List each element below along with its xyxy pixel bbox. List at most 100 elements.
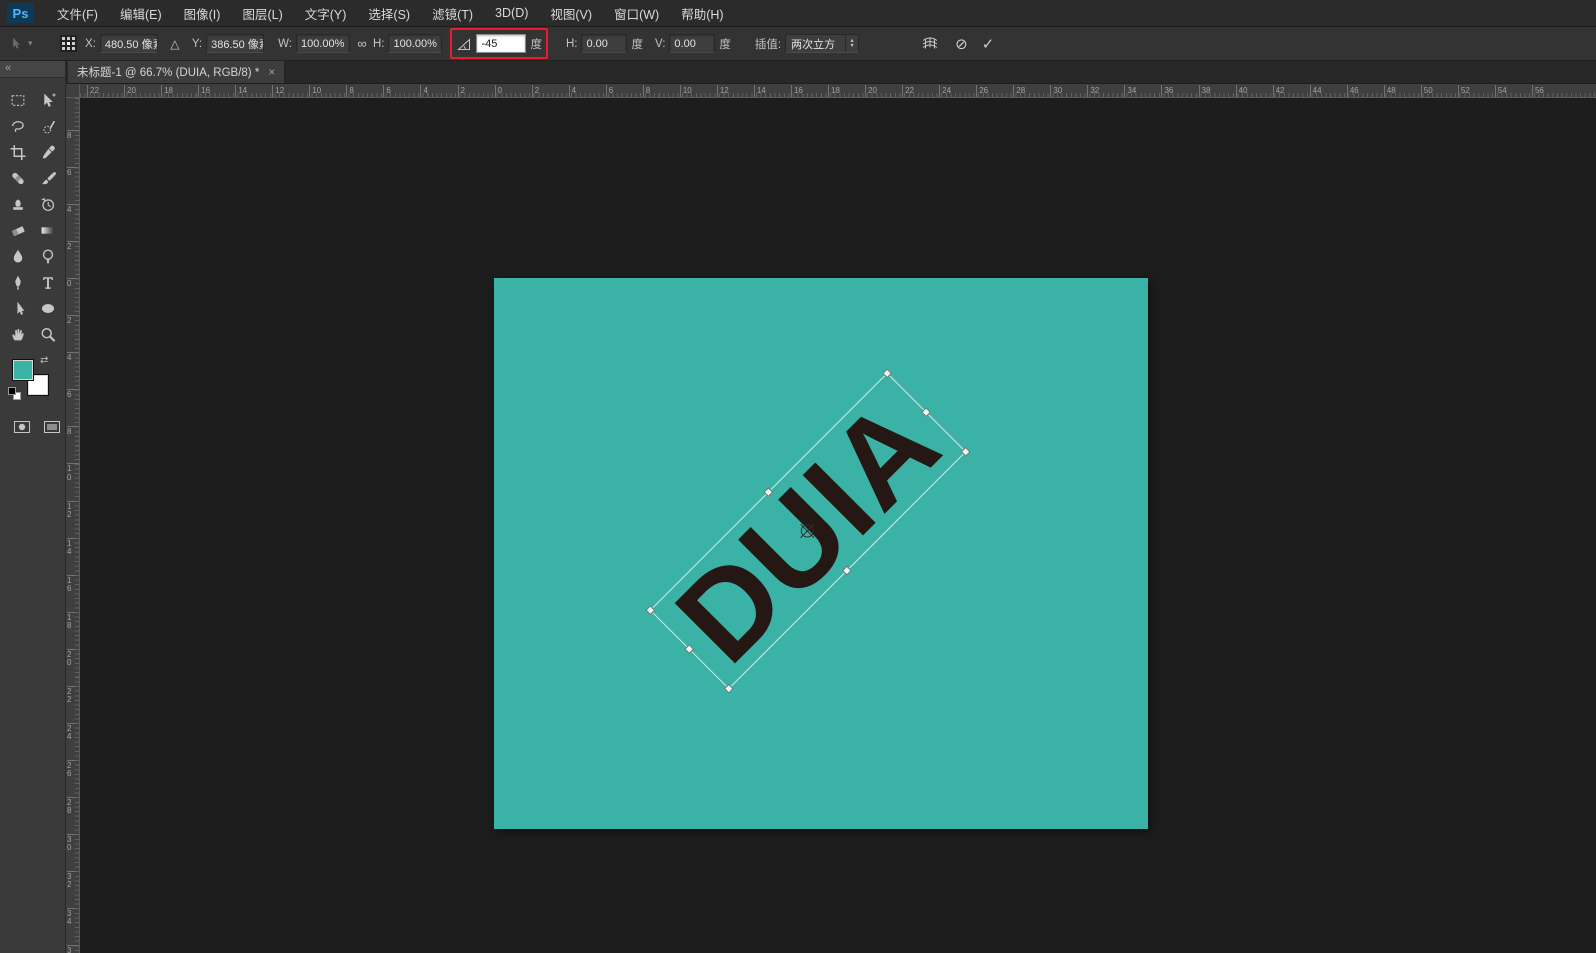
path-selection-tool[interactable]	[3, 296, 33, 321]
default-colors-icon[interactable]	[8, 387, 23, 402]
vertical-ruler[interactable]: 8642024681 01 21 41 61 82 02 22 42 62 83…	[66, 98, 80, 953]
options-bar: ▾ X: 480.50 像素 △ Y: 386.50 像素 W: 100.00%…	[0, 27, 1596, 61]
v-ruler-label: 1 6	[67, 575, 79, 594]
ruler-corner[interactable]	[66, 84, 80, 98]
x-position-input[interactable]: 480.50 像素	[100, 34, 158, 53]
move-tool[interactable]	[33, 88, 63, 113]
tab-bar: 未标题-1 @ 66.7% (DUIA, RGB/8) * ×	[66, 61, 1596, 84]
lasso-tool[interactable]	[3, 114, 33, 139]
h-ruler-label: 32	[1087, 85, 1099, 97]
menu-item[interactable]: 图层(L)	[231, 0, 293, 26]
menu-item[interactable]: 文字(Y)	[294, 0, 358, 26]
type-tool[interactable]	[33, 270, 63, 295]
h-ruler-label: 24	[939, 85, 951, 97]
tab-title: 未标题-1 @ 66.7% (DUIA, RGB/8) *	[77, 64, 259, 80]
h-ruler-label: 4	[569, 85, 576, 97]
menu-item[interactable]: 滤镜(T)	[421, 0, 484, 26]
menu-item[interactable]: 3D(D)	[484, 0, 539, 26]
app-logo[interactable]: Ps	[7, 3, 34, 23]
menu-item[interactable]: 选择(S)	[357, 0, 421, 26]
ellipse-tool[interactable]	[33, 296, 63, 321]
reference-point-locator[interactable]	[60, 35, 77, 52]
foreground-swatch[interactable]	[12, 359, 34, 381]
interpolation-select[interactable]: 两次立方 ▲▼	[785, 34, 859, 53]
h-ruler-label: 8	[643, 85, 650, 97]
h-ruler-label: 30	[1050, 85, 1062, 97]
quick-mask-button[interactable]	[13, 419, 31, 440]
pasteboard[interactable]: DUIA	[80, 98, 1596, 953]
transform-handle-bottom-right[interactable]	[961, 447, 971, 457]
h-ruler-label: 48	[1384, 85, 1396, 97]
menu-bar-items: 文件(F)编辑(E)图像(I)图层(L)文字(Y)选择(S)滤镜(T)3D(D)…	[46, 0, 735, 26]
menu-item[interactable]: 编辑(E)	[109, 0, 173, 26]
interpolation-group: 插值: 两次立方 ▲▼	[755, 34, 859, 53]
tools-panel: « ⇄	[0, 61, 66, 953]
h-ruler-label: 52	[1458, 85, 1470, 97]
eyedropper-tool[interactable]	[33, 140, 63, 165]
eraser-tool[interactable]	[3, 218, 33, 243]
y-position-group: Y: 386.50 像素	[192, 34, 264, 53]
relative-positioning-button[interactable]: △	[164, 34, 186, 54]
transform-handle-bottom-left[interactable]	[724, 684, 734, 694]
h-ruler-label: 0	[495, 85, 502, 97]
gradient-tool[interactable]	[33, 218, 63, 243]
reference-point[interactable]	[798, 522, 816, 540]
reference-point-grid-icon	[60, 35, 77, 52]
v-ruler-label: 3 6	[67, 945, 79, 953]
hand-tool[interactable]	[3, 322, 33, 347]
x-position-group: X: 480.50 像素	[85, 34, 158, 53]
x-label: X:	[85, 38, 96, 50]
menu-item[interactable]: 窗口(W)	[603, 0, 670, 26]
v-ruler-label: 1 0	[67, 463, 79, 482]
pen-tool[interactable]	[3, 270, 33, 295]
screen-mode-button[interactable]	[43, 419, 61, 440]
h-ruler-label: 2	[458, 85, 465, 97]
rectangular-marquee-tool[interactable]	[3, 88, 33, 113]
dodge-tool[interactable]	[33, 244, 63, 269]
rotate-angle-icon	[456, 37, 472, 51]
content-row: 8642024681 01 21 41 61 82 02 22 42 62 83…	[66, 98, 1596, 953]
h-skew-input[interactable]: 0.00	[581, 34, 627, 53]
v-ruler-label: 2	[67, 315, 79, 325]
toolbar-collapse-button[interactable]: «	[0, 61, 65, 78]
brush-tool[interactable]	[33, 166, 63, 191]
width-scale-input[interactable]: 100.00%	[296, 34, 350, 53]
menu-item[interactable]: 视图(V)	[539, 0, 603, 26]
menu-item[interactable]: 文件(F)	[46, 0, 109, 26]
tab-close-icon[interactable]: ×	[268, 66, 275, 78]
warp-mode-icon[interactable]	[921, 36, 939, 52]
v-skew-input[interactable]: 0.00	[669, 34, 715, 53]
h-ruler-label: 18	[161, 85, 173, 97]
width-scale-value: 100.00%	[301, 38, 344, 50]
zoom-tool[interactable]	[33, 322, 63, 347]
cancel-transform-button[interactable]: ⊘	[955, 35, 968, 53]
transform-box[interactable]: DUIA	[650, 373, 967, 690]
ruler-row: 2220181614121086420246810121416182022242…	[66, 84, 1596, 98]
quick-selection-tool[interactable]	[33, 114, 63, 139]
height-scale-input[interactable]: 100.00%	[388, 34, 442, 53]
history-brush-tool[interactable]	[33, 192, 63, 217]
document-area: 未标题-1 @ 66.7% (DUIA, RGB/8) * × 22201816…	[66, 61, 1596, 953]
horizontal-ruler[interactable]: 2220181614121086420246810121416182022242…	[80, 84, 1596, 98]
crop-tool[interactable]	[3, 140, 33, 165]
commit-transform-button[interactable]: ✓	[982, 35, 995, 53]
swap-colors-icon[interactable]: ⇄	[40, 355, 48, 366]
select-arrows-icon[interactable]: ▲▼	[845, 35, 858, 52]
maintain-aspect-ratio-icon[interactable]: ∞	[355, 36, 369, 51]
v-ruler-label: 3 4	[67, 908, 79, 927]
rotation-input[interactable]: -45	[476, 34, 526, 53]
tool-preset-picker[interactable]: ▾	[8, 36, 48, 51]
blur-tool[interactable]	[3, 244, 33, 269]
h-ruler-label: 12	[717, 85, 729, 97]
tool-grid	[0, 88, 65, 347]
clone-stamp-tool[interactable]	[3, 192, 33, 217]
y-position-input[interactable]: 386.50 像素	[206, 34, 264, 53]
v-ruler-label: 1 2	[67, 501, 79, 520]
document-tab[interactable]: 未标题-1 @ 66.7% (DUIA, RGB/8) * ×	[68, 61, 285, 83]
spot-healing-brush-tool[interactable]	[3, 166, 33, 191]
menu-item[interactable]: 帮助(H)	[670, 0, 734, 26]
document-canvas[interactable]: DUIA	[494, 278, 1148, 829]
h-ruler-label: 56	[1532, 85, 1544, 97]
menu-item[interactable]: 图像(I)	[173, 0, 232, 26]
rotation-unit: 度	[530, 36, 542, 52]
